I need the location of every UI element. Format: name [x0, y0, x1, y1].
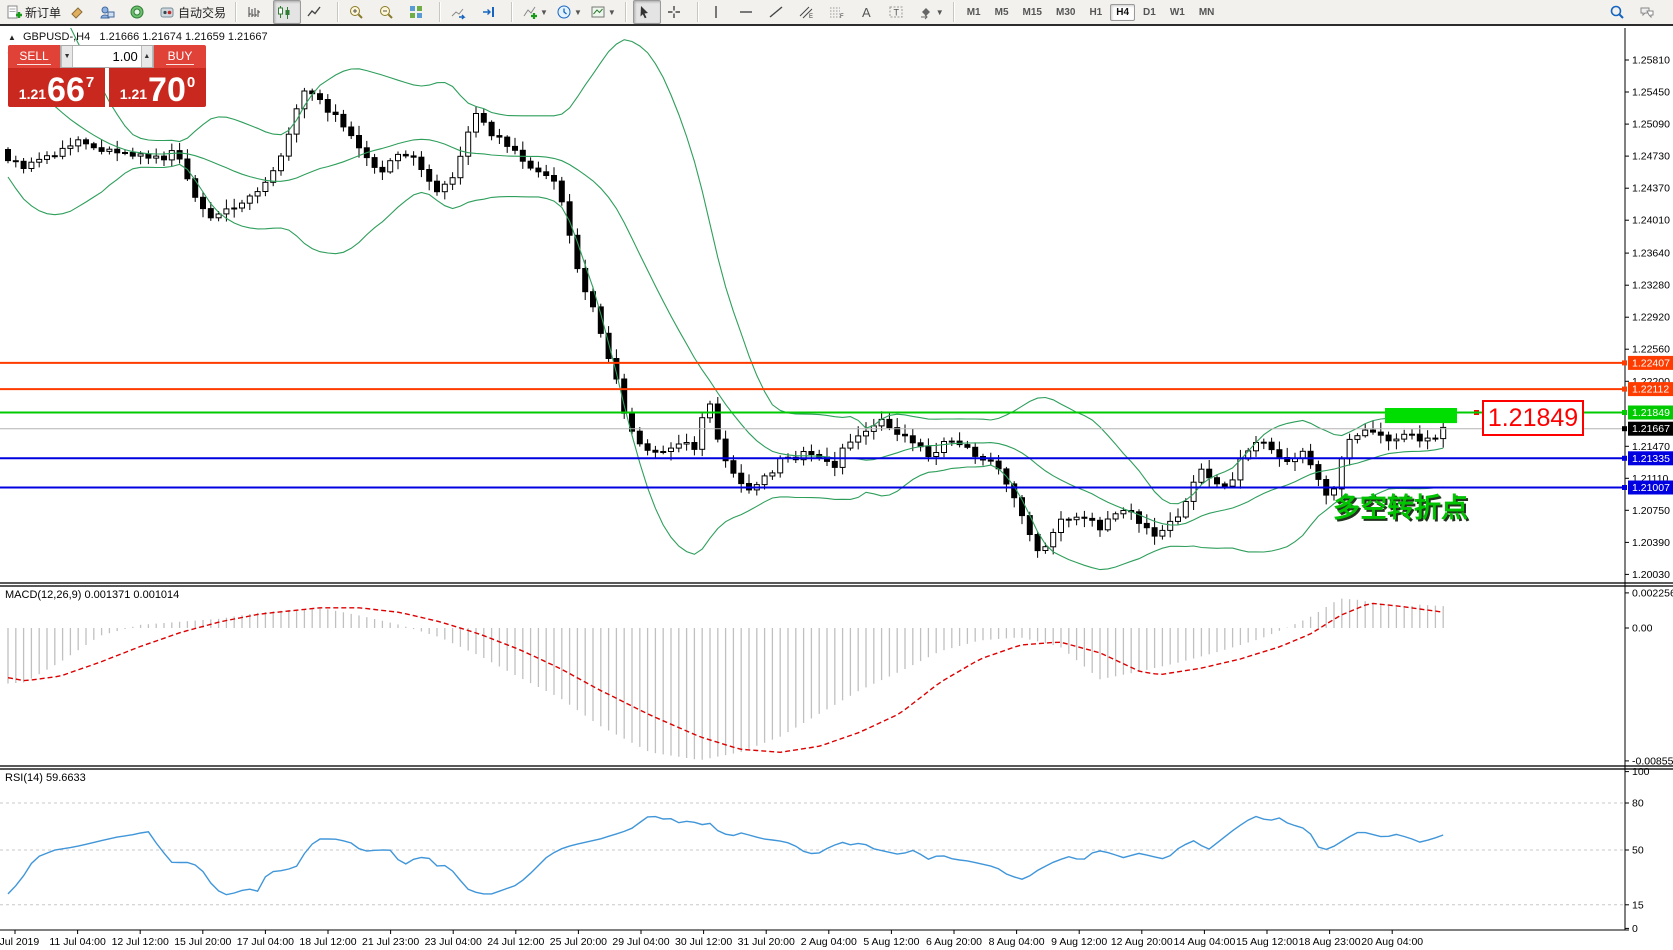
- svg-text:1.21335: 1.21335: [1632, 453, 1670, 465]
- chart-canvas[interactable]: 1.25810 1.25450 1.25090 1.24730 1.24370 1.240…: [0, 0, 1673, 950]
- price-tick-label: 1.23280: [1632, 280, 1670, 292]
- rsi-tick-label: 0: [1632, 923, 1638, 935]
- price-tick-label: 1.20750: [1632, 505, 1670, 517]
- volume-down-button[interactable]: ▼: [61, 46, 73, 67]
- time-tick-label: 25 Jul 20:00: [550, 936, 607, 948]
- macd-label: MACD(12,26,9) 0.001371 0.001014: [5, 589, 179, 601]
- symbol-period-label: GBPUSD-,H4: [23, 31, 90, 43]
- buy-button[interactable]: BUY: [154, 45, 206, 68]
- ohlc-values: 1.21666 1.21674 1.21659 1.21667: [99, 31, 267, 43]
- time-tick-label: 9 Aug 12:00: [1051, 936, 1107, 948]
- time-tick-label: 31 Jul 20:00: [738, 936, 795, 948]
- price-tick-label: 1.24010: [1632, 215, 1670, 227]
- rsi-label: RSI(14) 59.6633: [5, 772, 86, 784]
- svg-text:1.22407: 1.22407: [1632, 357, 1670, 369]
- price-tick-label: 1.21470: [1632, 441, 1670, 453]
- time-tick-label: 24 Jul 12:00: [487, 936, 544, 948]
- chart-header: ▲ GBPUSD-,H4 1.21666 1.21674 1.21659 1.2…: [8, 31, 268, 43]
- price-tick-label: 1.22920: [1632, 312, 1670, 324]
- time-tick-label: 11 Jul 04:00: [49, 936, 106, 948]
- volume-up-button[interactable]: ▲: [141, 46, 153, 67]
- price-tick-label: 1.25810: [1632, 55, 1670, 67]
- time-tick-label: 6 Aug 20:00: [926, 936, 982, 948]
- price-tick-label: 1.24370: [1632, 183, 1670, 195]
- price-tick-label: 1.25450: [1632, 87, 1670, 99]
- time-tick-label: 29 Jul 04:00: [612, 936, 669, 948]
- mt4-window: { "toolbar": { "groups": [ {"items":[{"i…: [0, 0, 1673, 950]
- rsi-tick-label: 15: [1632, 899, 1644, 911]
- one-click-trading-panel: SELL ▼ ▲ BUY 1.21667 1.21700: [8, 45, 206, 107]
- svg-text:1.21667: 1.21667: [1632, 423, 1670, 435]
- time-tick-label: 12 Aug 20:00: [1111, 936, 1173, 948]
- time-tick-label: 12 Jul 12:00: [112, 936, 169, 948]
- macd-tick-label: 0.002256: [1632, 587, 1673, 599]
- green-highlight-box[interactable]: [1385, 408, 1457, 423]
- sell-button[interactable]: SELL: [8, 45, 60, 68]
- volume-input[interactable]: [73, 46, 141, 67]
- time-tick-label: 21 Jul 23:00: [362, 936, 419, 948]
- price-tick-label: 1.24730: [1632, 151, 1670, 163]
- time-tick-label: 5 Aug 12:00: [863, 936, 919, 948]
- time-tick-label: 18 Jul 12:00: [299, 936, 356, 948]
- time-tick-label: 18 Aug 23:00: [1299, 936, 1361, 948]
- svg-text:1.21849: 1.21849: [1632, 407, 1670, 419]
- svg-text:1.21007: 1.21007: [1632, 482, 1670, 494]
- buy-price-button[interactable]: 1.21700: [109, 68, 206, 107]
- time-tick-label: 17 Jul 04:00: [237, 936, 294, 948]
- time-tick-label: 23 Jul 04:00: [425, 936, 482, 948]
- price-tick-label: 1.23640: [1632, 248, 1670, 260]
- time-tick-label: 14 Aug 04:00: [1173, 936, 1235, 948]
- time-tick-label: 15 Jul 20:00: [174, 936, 231, 948]
- price-tick-label: 1.22560: [1632, 344, 1670, 356]
- collapse-panel-icon[interactable]: ▲: [8, 33, 16, 42]
- price-callout-label[interactable]: 1.21849: [1482, 400, 1584, 436]
- turning-point-annotation: 多空转折点: [1333, 486, 1468, 525]
- time-tick-label: 20 Aug 04:00: [1361, 936, 1423, 948]
- rsi-tick-label: 50: [1632, 845, 1644, 857]
- rsi-tick-label: 100: [1632, 766, 1650, 778]
- time-tick-label: 8 Aug 04:00: [989, 936, 1045, 948]
- price-tick-label: 1.25090: [1632, 119, 1670, 131]
- volume-control: ▼ ▲: [60, 45, 154, 68]
- svg-text:1.22112: 1.22112: [1632, 384, 1669, 396]
- time-tick-label: 9 Jul 2019: [0, 936, 39, 948]
- rsi-tick-label: 80: [1632, 798, 1644, 810]
- time-tick-label: 15 Aug 12:00: [1236, 936, 1298, 948]
- price-tick-label: 1.20030: [1632, 569, 1670, 581]
- time-tick-label: 2 Aug 04:00: [801, 936, 857, 948]
- macd-tick-label: 0.00: [1632, 623, 1653, 635]
- time-tick-label: 30 Jul 12:00: [675, 936, 732, 948]
- price-tick-label: 1.20390: [1632, 537, 1670, 549]
- sell-price-button[interactable]: 1.21667: [8, 68, 105, 107]
